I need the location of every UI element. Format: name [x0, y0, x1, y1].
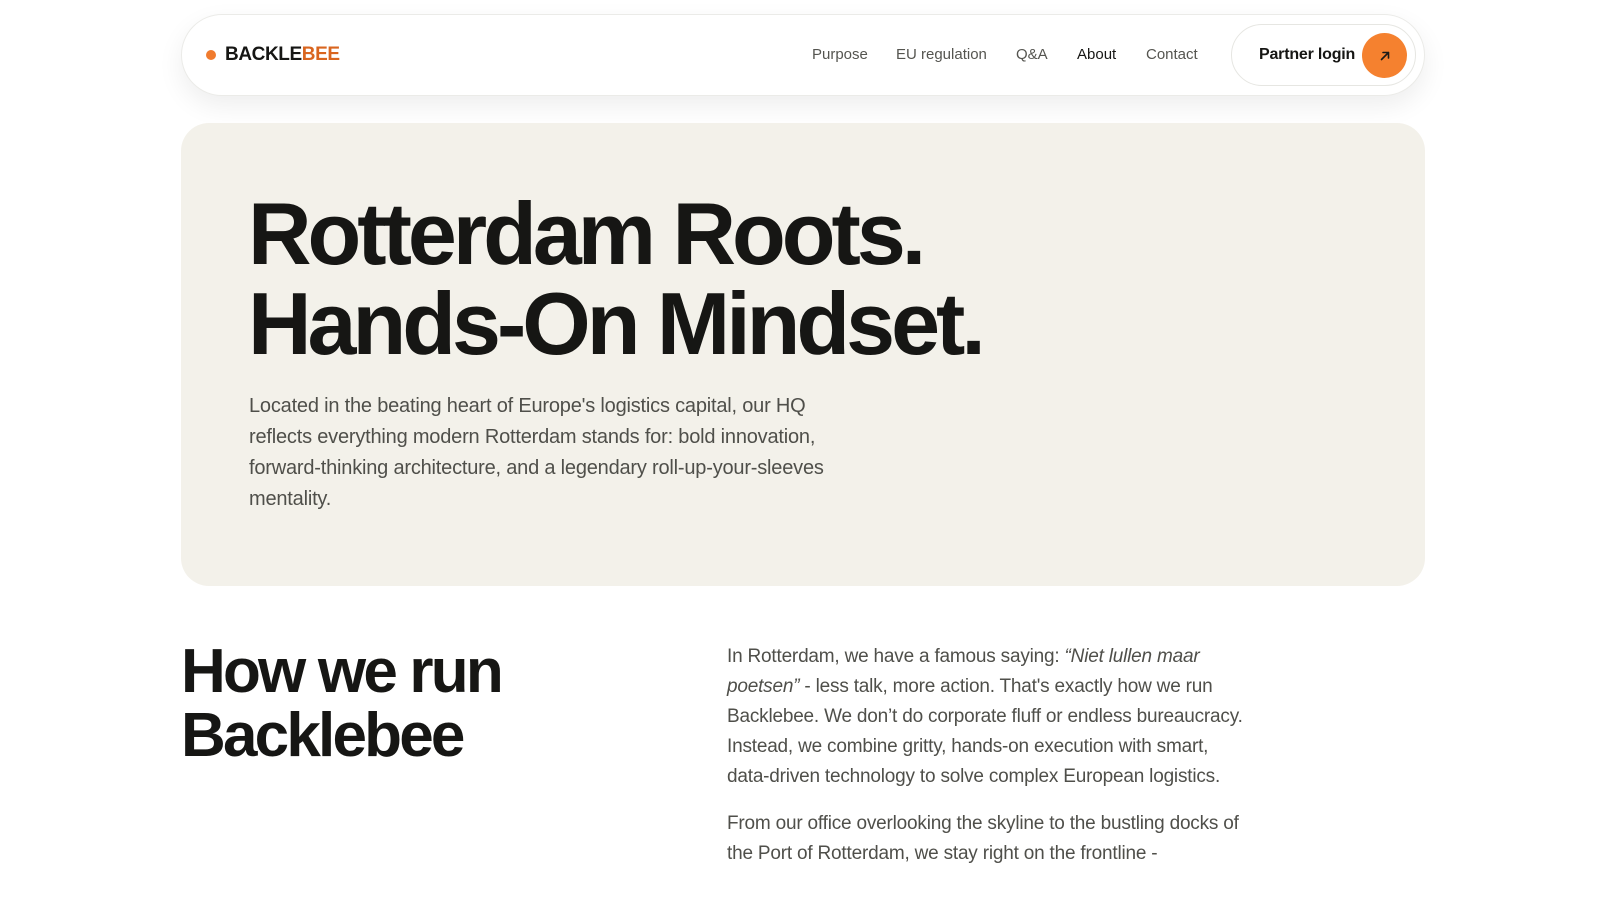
- section-paragraph-2: From our office overlooking the skyline …: [727, 813, 1239, 864]
- nav-link-contact[interactable]: Contact: [1146, 15, 1198, 95]
- partner-login-button[interactable]: Partner login: [1231, 24, 1416, 86]
- top-navigation: BACKLEBEE Purpose EU regulation Q&A Abou…: [181, 14, 1425, 96]
- hero-card: Rotterdam Roots. Hands-On Mindset. Locat…: [181, 123, 1425, 586]
- hero-title-line2: Hands-On Mindset.: [248, 274, 986, 373]
- section-title-line2: Backlebee: [181, 701, 465, 770]
- hero-title: Rotterdam Roots. Hands-On Mindset.: [248, 189, 986, 369]
- section-title: How we run Backlebee: [181, 637, 504, 770]
- arrow-up-right-icon: [1362, 33, 1407, 78]
- section-body: In Rotterdam, we have a famous saying: “…: [727, 642, 1247, 886]
- hero-title-line1: Rotterdam Roots.: [248, 184, 926, 283]
- paragraph-1-intro: In Rotterdam, we have a famous saying:: [727, 646, 1065, 667]
- partner-login-label: Partner login: [1259, 46, 1356, 63]
- page: BACKLEBEE Purpose EU regulation Q&A Abou…: [0, 0, 1600, 900]
- nav-link-qa[interactable]: Q&A: [1016, 15, 1048, 95]
- hero-description: Located in the beating heart of Europe's…: [249, 395, 824, 510]
- nav-link-eu-regulation[interactable]: EU regulation: [896, 15, 987, 95]
- nav-link-purpose[interactable]: Purpose: [812, 15, 868, 95]
- paragraph-1-rest: - less talk, more action. That's exactly…: [727, 676, 1243, 787]
- section-title-line1: How we run: [181, 637, 504, 706]
- section-paragraph-1: In Rotterdam, we have a famous saying: “…: [727, 642, 1247, 792]
- nav-link-about[interactable]: About: [1077, 15, 1116, 95]
